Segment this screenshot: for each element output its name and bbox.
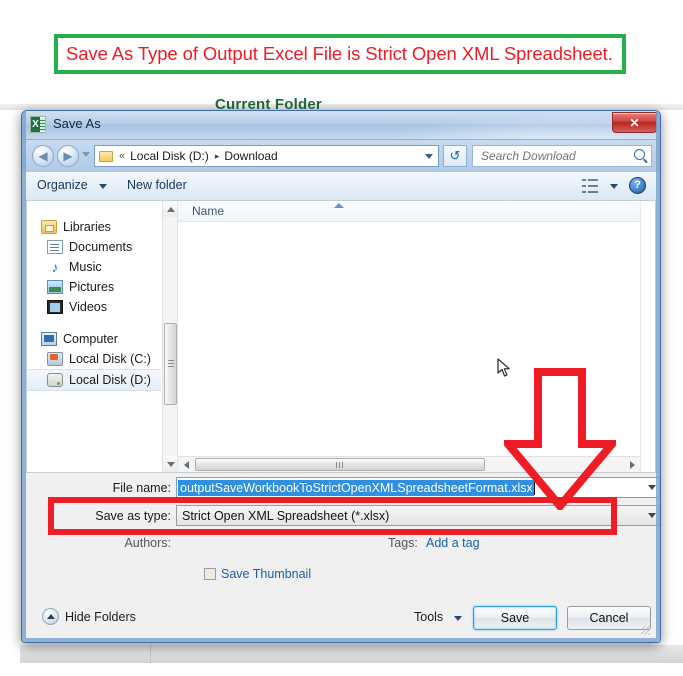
save-as-type-select[interactable]: Strict Open XML Spreadsheet (*.xlsx) <box>176 505 660 526</box>
navigation-tree: Libraries Documents ♪ Music Pictures Vid… <box>27 217 161 391</box>
scroll-left-icon[interactable] <box>178 457 194 472</box>
search-input[interactable] <box>479 148 633 164</box>
file-list-horizontal-scrollbar[interactable] <box>178 456 640 472</box>
libraries-icon <box>41 220 57 234</box>
column-header-name[interactable]: Name <box>192 204 224 218</box>
breadcrumb-separator-icon: ▸ <box>214 150 220 161</box>
help-icon[interactable]: ? <box>629 177 646 194</box>
sidebar-item-label: Computer <box>63 332 118 346</box>
resize-grip[interactable] <box>641 626 650 635</box>
sidebar-item-documents[interactable]: Documents <box>27 237 161 257</box>
back-button[interactable]: ◀ <box>32 145 54 167</box>
sidebar-item-label: Documents <box>69 240 133 254</box>
tools-button[interactable]: Tools <box>414 610 443 624</box>
file-list-pane[interactable]: Name <box>178 201 655 472</box>
navigation-group-gap <box>27 317 161 329</box>
add-a-tag-link[interactable]: Add a tag <box>426 536 480 550</box>
save-button[interactable]: Save <box>473 606 557 630</box>
organize-chevron-down-icon[interactable] <box>99 184 107 189</box>
pictures-icon <box>47 280 63 294</box>
computer-icon <box>41 332 57 346</box>
search-icon <box>634 149 645 160</box>
excel-icon: X <box>30 116 46 133</box>
annotation-banner: Save As Type of Output Excel File is Str… <box>54 34 626 74</box>
text-caret <box>533 480 535 495</box>
close-icon[interactable]: ✕ <box>612 112 657 133</box>
sidebar-item-local-disk-c[interactable]: Local Disk (C:) <box>27 349 161 369</box>
address-chevron-down-icon[interactable] <box>425 154 433 159</box>
annotation-banner-text: Save As Type of Output Excel File is Str… <box>66 43 613 64</box>
videos-icon <box>47 300 63 314</box>
documents-icon <box>47 240 63 254</box>
save-thumbnail-label: Save Thumbnail <box>221 567 312 581</box>
address-row: ◀ ▶ « Local Disk (D:) ▸ Download ↺ <box>22 140 660 172</box>
tools-chevron-down-icon[interactable] <box>454 616 462 621</box>
refresh-icon[interactable]: ↺ <box>443 145 467 167</box>
disk-c-icon <box>47 352 63 366</box>
save-as-dialog: X Save As ✕ ◀ ▶ « Local Disk (D:) ▸ Down… <box>21 110 661 643</box>
folder-icon <box>99 150 113 162</box>
music-icon: ♪ <box>51 259 59 275</box>
file-list-header: Name <box>178 201 655 222</box>
hide-folders-button[interactable]: Hide Folders <box>42 608 136 625</box>
dialog-toolbar: Organize New folder ? <box>22 172 660 201</box>
forward-button[interactable]: ▶ <box>57 145 79 167</box>
sidebar-item-pictures[interactable]: Pictures <box>27 277 161 297</box>
sidebar-item-label: Pictures <box>69 280 115 294</box>
recent-locations-chevron-down-icon[interactable] <box>82 152 90 157</box>
file-name-chevron-down-icon[interactable] <box>648 485 656 490</box>
dialog-footer: Hide Folders Tools Save Cancel <box>26 602 656 634</box>
sidebar-item-label: Videos <box>69 300 107 314</box>
save-thumbnail-checkbox[interactable]: Save Thumbnail <box>204 567 311 581</box>
view-layout-icon[interactable] <box>582 179 598 193</box>
navigation-pane: Libraries Documents ♪ Music Pictures Vid… <box>27 201 178 472</box>
sidebar-item-music[interactable]: ♪ Music <box>27 257 161 277</box>
sidebar-item-label: Music <box>69 260 102 274</box>
breadcrumb-item-drive[interactable]: Local Disk (D:) <box>130 149 209 163</box>
hide-folders-label: Hide Folders <box>65 609 136 624</box>
sidebar-item-videos[interactable]: Videos <box>27 297 161 317</box>
navigation-scrollbar[interactable] <box>162 201 177 472</box>
background-taskbar-strip <box>20 645 683 663</box>
hscrollbar-thumb[interactable] <box>195 458 485 471</box>
cancel-button[interactable]: Cancel <box>567 606 651 630</box>
new-folder-button[interactable]: New folder <box>127 178 187 192</box>
tags-label: Tags: <box>388 536 418 550</box>
save-as-type-label: Save as type: <box>95 509 171 523</box>
disk-d-icon <box>47 373 63 387</box>
sidebar-item-local-disk-d[interactable]: Local Disk (D:) <box>27 369 161 391</box>
scroll-up-icon[interactable] <box>163 201 177 217</box>
save-as-type-value: Strict Open XML Spreadsheet (*.xlsx) <box>182 508 390 523</box>
background-divider <box>150 645 151 663</box>
sidebar-item-label: Libraries <box>63 220 111 234</box>
collapse-icon <box>42 608 59 625</box>
dialog-form: File name: outputSaveWorkbookToStrictOpe… <box>26 474 660 640</box>
file-name-input[interactable]: outputSaveWorkbookToStrictOpenXMLSpreads… <box>176 477 660 498</box>
sort-ascending-icon <box>334 203 344 208</box>
file-name-label: File name: <box>112 481 171 495</box>
sidebar-item-computer[interactable]: Computer <box>27 329 161 349</box>
dialog-titlebar[interactable]: X Save As ✕ <box>22 111 660 140</box>
sidebar-item-label: Local Disk (C:) <box>69 352 151 366</box>
navigation-scrollbar-thumb[interactable] <box>164 323 177 405</box>
sidebar-item-libraries[interactable]: Libraries <box>27 217 161 237</box>
view-chevron-down-icon[interactable] <box>610 184 618 189</box>
save-as-type-chevron-down-icon[interactable] <box>648 513 656 518</box>
file-list-vertical-scrollbar[interactable] <box>640 201 655 472</box>
dialog-title: Save As <box>53 116 101 131</box>
file-name-value: outputSaveWorkbookToStrictOpenXMLSpreads… <box>178 479 534 496</box>
scroll-right-icon[interactable] <box>624 457 640 472</box>
search-box[interactable] <box>472 145 652 167</box>
dialog-content: Libraries Documents ♪ Music Pictures Vid… <box>26 200 656 473</box>
breadcrumb-overflow-icon[interactable]: « <box>119 150 125 162</box>
authors-label: Authors: <box>124 536 171 550</box>
sidebar-item-label: Local Disk (D:) <box>69 373 151 387</box>
address-bar[interactable]: « Local Disk (D:) ▸ Download <box>94 145 439 167</box>
checkbox-box[interactable] <box>204 568 216 580</box>
organize-button[interactable]: Organize <box>37 178 88 192</box>
scroll-down-icon[interactable] <box>163 456 177 472</box>
breadcrumb-item-folder[interactable]: Download <box>224 149 277 163</box>
